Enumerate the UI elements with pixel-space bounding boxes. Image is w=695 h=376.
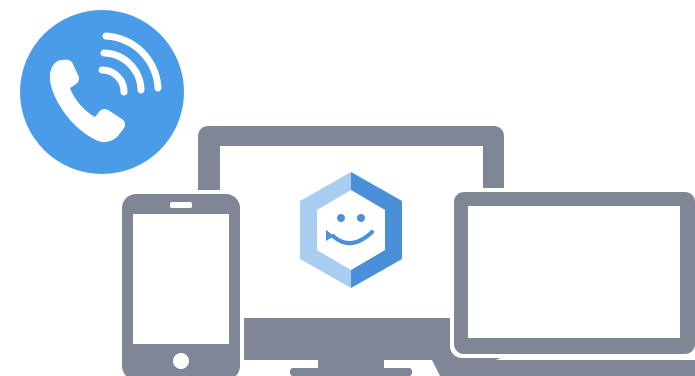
laptop-icon	[432, 188, 695, 376]
smartphone-icon	[118, 190, 244, 376]
phone-call-icon	[20, 10, 184, 174]
devices-illustration	[0, 0, 695, 376]
illustration-canvas	[20, 10, 695, 376]
